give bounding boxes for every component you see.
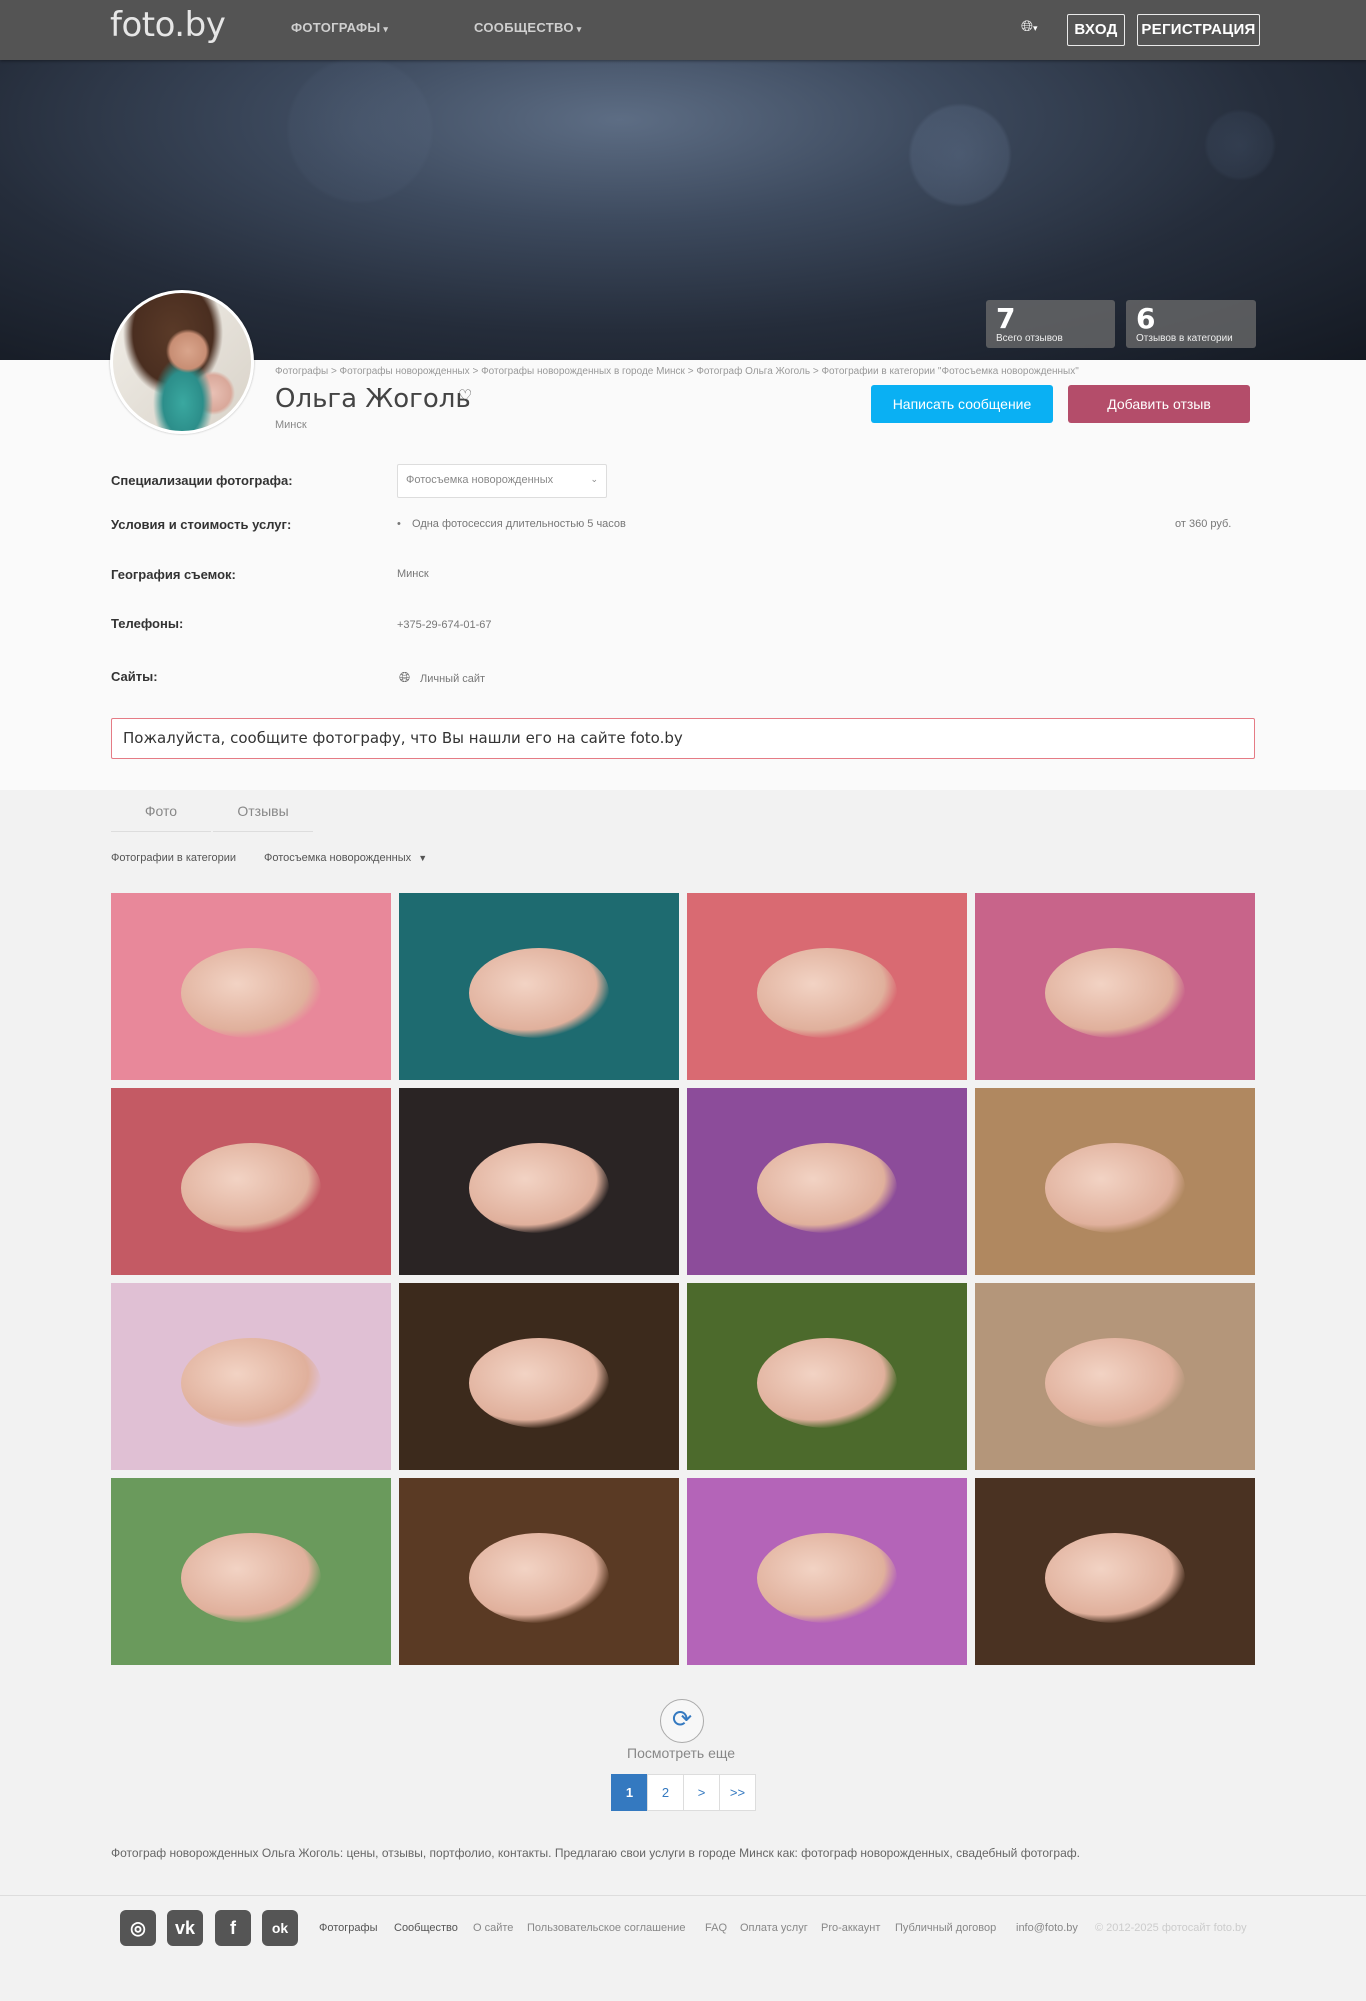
- footer-link-contract[interactable]: Публичный договор: [895, 1922, 996, 1934]
- photo-subject: [757, 1143, 897, 1233]
- spec-label: Специализации фотографа:: [111, 473, 293, 488]
- gallery-photo[interactable]: [399, 1478, 679, 1665]
- photographer-name: Ольга Жоголь: [275, 384, 471, 414]
- photo-subject: [1045, 1533, 1185, 1623]
- top-navbar: foto.by ФОТОГРАФЫ ▾ СООБЩЕСТВО ▾ 🌐︎▾ ВХОД …: [0, 0, 1366, 60]
- instagram-icon[interactable]: ◎: [120, 1910, 156, 1946]
- vk-icon[interactable]: vk: [167, 1910, 203, 1946]
- footer-link-community[interactable]: Сообщество: [394, 1922, 458, 1934]
- gallery-photo[interactable]: [687, 1283, 967, 1470]
- photo-subject: [1045, 1143, 1185, 1233]
- gallery-photo[interactable]: [687, 1478, 967, 1665]
- facebook-icon[interactable]: f: [215, 1910, 251, 1946]
- gallery-photo[interactable]: [399, 893, 679, 1080]
- notice-banner: Пожалуйста, сообщите фотографу, что Вы н…: [111, 718, 1255, 759]
- terms-price: от 360 руб.: [1175, 518, 1232, 530]
- footer-link-about[interactable]: О сайте: [473, 1922, 513, 1934]
- load-more-link[interactable]: Посмотреть еще: [627, 1745, 735, 1761]
- footer: [0, 1895, 1366, 2001]
- photo-subject: [181, 1338, 321, 1428]
- gallery-photo[interactable]: [687, 893, 967, 1080]
- photo-subject: [181, 1533, 321, 1623]
- category-filter-dropdown[interactable]: Фотосъемка новорожденных ▼: [264, 852, 427, 864]
- caret-down-icon: ▾: [576, 24, 582, 34]
- photo-subject: [469, 948, 609, 1038]
- photo-subject: [181, 948, 321, 1038]
- photo-subject: [1045, 948, 1185, 1038]
- personal-site-link[interactable]: Личный сайт: [420, 673, 485, 685]
- page-1[interactable]: 1: [611, 1774, 648, 1811]
- photo-subject: [757, 948, 897, 1038]
- page-last[interactable]: >>: [719, 1774, 756, 1811]
- favorite-heart-icon[interactable]: ♡: [458, 386, 472, 406]
- gallery-photo[interactable]: [399, 1088, 679, 1275]
- terms-bullet: •: [397, 518, 401, 530]
- nav-photographers[interactable]: ФОТОГРАФЫ ▾: [291, 20, 388, 35]
- stat-total-reviews: 7 Всего отзывов: [986, 300, 1115, 348]
- seo-description: Фотограф новорожденных Ольга Жоголь: цен…: [111, 1846, 1080, 1860]
- gallery-photo[interactable]: [111, 1283, 391, 1470]
- add-review-button[interactable]: Добавить отзыв: [1068, 385, 1250, 423]
- language-globe-icon[interactable]: 🌐︎▾: [1021, 18, 1038, 35]
- gallery-photo[interactable]: [975, 893, 1255, 1080]
- gallery-photo[interactable]: [399, 1283, 679, 1470]
- terms-label: Условия и стоимость услуг:: [111, 517, 292, 532]
- globe-icon: 🌐︎: [399, 669, 411, 685]
- tab-reviews[interactable]: Отзывы: [213, 790, 313, 832]
- site-logo[interactable]: foto.by: [110, 5, 226, 45]
- caret-down-icon: ▾: [383, 24, 389, 34]
- odnoklassniki-icon[interactable]: ok: [262, 1910, 298, 1946]
- footer-link-terms[interactable]: Пользовательское соглашение: [527, 1922, 685, 1934]
- footer-link-email[interactable]: info@foto.by: [1016, 1922, 1078, 1934]
- phone-number[interactable]: +375-29-674-01-67: [397, 619, 492, 631]
- footer-link-payment[interactable]: Оплата услуг: [740, 1922, 808, 1934]
- gallery-photo[interactable]: [111, 1478, 391, 1665]
- gallery-photo[interactable]: [687, 1088, 967, 1275]
- phones-label: Телефоны:: [111, 616, 184, 631]
- footer-link-pro[interactable]: Pro-аккаунт: [821, 1922, 880, 1934]
- footer-link-faq[interactable]: FAQ: [705, 1922, 727, 1934]
- footer-copyright: © 2012-2025 фотосайт foto.by: [1095, 1922, 1247, 1934]
- geo-label: География съемок:: [111, 567, 236, 582]
- terms-item: Одна фотосессия длительностью 5 часов: [412, 518, 626, 530]
- write-message-button[interactable]: Написать сообщение: [871, 385, 1053, 423]
- sites-label: Сайты:: [111, 669, 158, 684]
- refresh-icon[interactable]: ⟳: [660, 1699, 704, 1743]
- photo-subject: [181, 1143, 321, 1233]
- gallery-photo[interactable]: [975, 1088, 1255, 1275]
- gallery-photo[interactable]: [111, 893, 391, 1080]
- page-2[interactable]: 2: [647, 1774, 684, 1811]
- photo-subject: [469, 1533, 609, 1623]
- nav-community[interactable]: СООБЩЕСТВО ▾: [474, 20, 582, 35]
- photo-subject: [757, 1533, 897, 1623]
- photographer-city: Минск: [275, 419, 307, 431]
- register-button[interactable]: РЕГИСТРАЦИЯ: [1137, 14, 1260, 46]
- stat-category-reviews: 6 Отзывов в категории: [1126, 300, 1256, 348]
- breadcrumb[interactable]: Фотографы > Фотографы новорожденных > Фо…: [275, 366, 1079, 377]
- photo-subject: [757, 1338, 897, 1428]
- tab-photos[interactable]: Фото: [111, 790, 211, 832]
- gallery-photo[interactable]: [975, 1283, 1255, 1470]
- footer-link-photographers[interactable]: Фотографы: [319, 1922, 377, 1934]
- avatar[interactable]: [110, 290, 254, 434]
- specialization-select[interactable]: Фотосъемка новорожденных ⌄: [397, 464, 607, 498]
- category-filter-label: Фотографии в категории: [111, 852, 237, 864]
- login-button[interactable]: ВХОД: [1067, 14, 1125, 46]
- caret-down-icon: ▼: [418, 853, 428, 863]
- chevron-down-icon: ⌄: [590, 474, 598, 484]
- photo-subject: [469, 1143, 609, 1233]
- geo-value: Минск: [397, 568, 429, 580]
- photo-subject: [469, 1338, 609, 1428]
- page-next[interactable]: >: [683, 1774, 720, 1811]
- gallery-photo[interactable]: [111, 1088, 391, 1275]
- gallery-photo[interactable]: [975, 1478, 1255, 1665]
- photo-subject: [1045, 1338, 1185, 1428]
